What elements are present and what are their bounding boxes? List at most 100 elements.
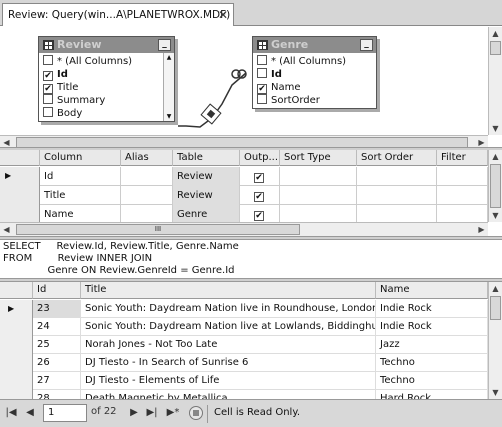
checkbox[interactable] xyxy=(257,55,267,65)
table-column-item[interactable]: Id xyxy=(253,68,376,81)
diagram-pane[interactable]: Review _ ▲ ▼ * (All Columns) ✔ Id ✔ Title Sum… xyxy=(0,27,502,149)
table-column-item[interactable]: ✔ Name xyxy=(253,81,376,94)
criteria-sort-type-cell[interactable] xyxy=(280,186,357,205)
diagram-vertical-scrollbar[interactable]: ▲ ▼ xyxy=(488,27,502,135)
scroll-up-icon[interactable]: ▲ xyxy=(489,282,502,295)
criteria-output-cell[interactable]: ✔ xyxy=(240,186,280,205)
column-header-alias[interactable]: Alias xyxy=(121,150,173,166)
result-row[interactable]: 25 Norah Jones - Not Too Late Jazz xyxy=(0,336,488,354)
scroll-down-icon[interactable]: ▼ xyxy=(489,122,502,135)
criteria-sort-order-cell[interactable] xyxy=(357,186,437,205)
minimize-icon[interactable]: _ xyxy=(158,39,171,51)
column-header-table[interactable]: Table xyxy=(173,150,240,166)
scroll-thumb[interactable] xyxy=(490,296,501,320)
criteria-output-cell[interactable]: ✔ xyxy=(240,167,280,186)
result-id-cell[interactable]: 26 xyxy=(33,354,81,372)
column-header-sort-type[interactable]: Sort Type xyxy=(280,150,357,166)
scroll-down-icon[interactable]: ▼ xyxy=(489,209,502,222)
criteria-alias-cell[interactable] xyxy=(121,186,173,205)
criteria-column-cell[interactable]: Title xyxy=(40,186,121,205)
row-selector[interactable] xyxy=(0,372,33,390)
review-table-title-bar[interactable]: Review _ xyxy=(39,37,174,53)
result-name-cell[interactable]: Jazz xyxy=(376,336,488,354)
row-selector[interactable]: ▶ xyxy=(0,167,40,186)
result-id-cell[interactable]: 24 xyxy=(33,318,81,336)
column-header-output[interactable]: Outp... xyxy=(240,150,280,166)
result-row[interactable]: 26 DJ Tiesto - In Search of Sunrise 6 Tech… xyxy=(0,354,488,372)
last-record-icon[interactable]: ▶| xyxy=(145,407,159,421)
checkbox[interactable] xyxy=(257,94,267,104)
row-selector[interactable] xyxy=(0,354,33,372)
criteria-sort-order-cell[interactable] xyxy=(357,167,437,186)
results-pane[interactable]: Id Title Name ▶ 23 Sonic Youth: Daydream N… xyxy=(0,282,502,408)
result-header-title[interactable]: Title xyxy=(81,282,376,299)
checked-checkbox[interactable]: ✔ xyxy=(257,84,267,94)
result-row[interactable]: 24 Sonic Youth: Daydream Nation live at L… xyxy=(0,318,488,336)
checked-checkbox[interactable]: ✔ xyxy=(43,84,53,94)
checked-checkbox[interactable]: ✔ xyxy=(254,211,264,221)
result-name-cell[interactable]: Techno xyxy=(376,354,488,372)
table-column-item[interactable]: * (All Columns) xyxy=(253,55,376,68)
scroll-up-icon[interactable]: ▲ xyxy=(164,53,174,62)
sql-line[interactable]: FROM Review INNER JOIN xyxy=(3,253,152,264)
column-header-filter[interactable]: Filter xyxy=(437,150,488,166)
result-row[interactable]: ▶ 23 Sonic Youth: Daydream Nation live in … xyxy=(0,300,488,318)
criteria-vertical-scrollbar[interactable]: ▲ ▼ xyxy=(488,150,502,222)
table-column-item[interactable]: Summary xyxy=(39,94,174,107)
criteria-alias-cell[interactable] xyxy=(121,167,173,186)
result-id-cell[interactable]: 23 xyxy=(33,300,81,318)
result-row[interactable]: 27 DJ Tiesto - Elements of Life Techno xyxy=(0,372,488,390)
close-tab-icon[interactable]: ✕ xyxy=(218,8,228,22)
query-tab[interactable]: Review: Query(win...A\PLANETWROX.MDF) ✕ xyxy=(2,3,234,26)
row-selector[interactable]: ▶ xyxy=(0,300,33,318)
result-id-cell[interactable]: 27 xyxy=(33,372,81,390)
checkbox[interactable] xyxy=(43,107,53,117)
result-header-id[interactable]: Id xyxy=(33,282,81,299)
column-header-sort-order[interactable]: Sort Order xyxy=(357,150,437,166)
sql-pane[interactable]: SELECT Review.Id, Review.Title, Genre.Na… xyxy=(0,240,502,278)
scroll-down-icon[interactable]: ▼ xyxy=(164,112,174,121)
first-record-icon[interactable]: |◀ xyxy=(5,407,17,421)
scroll-up-icon[interactable]: ▲ xyxy=(489,27,502,40)
result-name-cell[interactable]: Indie Rock xyxy=(376,300,488,318)
criteria-horizontal-scrollbar[interactable]: ◀ III ▶ xyxy=(0,222,488,236)
criteria-pane[interactable]: Column Alias Table Outp... Sort Type Sor… xyxy=(0,150,502,236)
result-name-cell[interactable]: Indie Rock xyxy=(376,318,488,336)
scroll-thumb[interactable] xyxy=(490,41,501,55)
scroll-up-icon[interactable]: ▲ xyxy=(489,150,502,163)
checked-checkbox[interactable]: ✔ xyxy=(254,192,264,202)
result-title-cell[interactable]: Norah Jones - Not Too Late xyxy=(81,336,376,354)
table-column-item[interactable]: ✔ Title xyxy=(39,81,174,94)
review-table-box[interactable]: Review _ ▲ ▼ * (All Columns) ✔ Id ✔ Title Sum… xyxy=(38,36,175,122)
checkbox[interactable] xyxy=(43,94,53,104)
scroll-thumb[interactable]: III xyxy=(16,224,300,235)
checkbox[interactable] xyxy=(43,55,53,65)
genre-table-box[interactable]: Genre _ * (All Columns) Id ✔ Name SortOrder xyxy=(252,36,377,109)
result-title-cell[interactable]: DJ Tiesto - In Search of Sunrise 6 xyxy=(81,354,376,372)
next-record-icon[interactable]: ▶ xyxy=(128,407,140,421)
row-selector[interactable] xyxy=(0,336,33,354)
criteria-filter-cell[interactable] xyxy=(437,186,488,205)
current-record-input[interactable]: 1 xyxy=(43,404,87,422)
result-title-cell[interactable]: Sonic Youth: Daydream Nation live at Low… xyxy=(81,318,376,336)
sql-line[interactable]: SELECT Review.Id, Review.Title, Genre.Na… xyxy=(3,241,239,252)
scroll-down-icon[interactable]: ▼ xyxy=(489,386,502,399)
genre-table-title-bar[interactable]: Genre _ xyxy=(253,37,376,53)
criteria-filter-cell[interactable] xyxy=(437,167,488,186)
previous-record-icon[interactable]: ◀ xyxy=(24,407,36,421)
result-id-cell[interactable]: 25 xyxy=(33,336,81,354)
review-scrollbar[interactable]: ▲ ▼ xyxy=(163,53,174,121)
row-selector[interactable] xyxy=(0,186,40,205)
results-vertical-scrollbar[interactable]: ▲ ▼ xyxy=(488,282,502,399)
checked-checkbox[interactable]: ✔ xyxy=(43,71,53,81)
new-record-icon[interactable]: ▶* xyxy=(164,407,182,421)
column-header-column[interactable]: Column xyxy=(40,150,121,166)
criteria-row[interactable]: Title Review ✔ xyxy=(0,186,488,205)
table-column-item[interactable]: * (All Columns) xyxy=(39,55,174,68)
stop-query-icon[interactable] xyxy=(189,406,203,420)
table-column-item[interactable]: SortOrder xyxy=(253,94,376,107)
scroll-thumb[interactable] xyxy=(490,164,501,208)
criteria-table-cell[interactable]: Review xyxy=(173,186,240,205)
scroll-right-icon[interactable]: ▶ xyxy=(475,223,488,236)
result-header-name[interactable]: Name xyxy=(376,282,488,299)
